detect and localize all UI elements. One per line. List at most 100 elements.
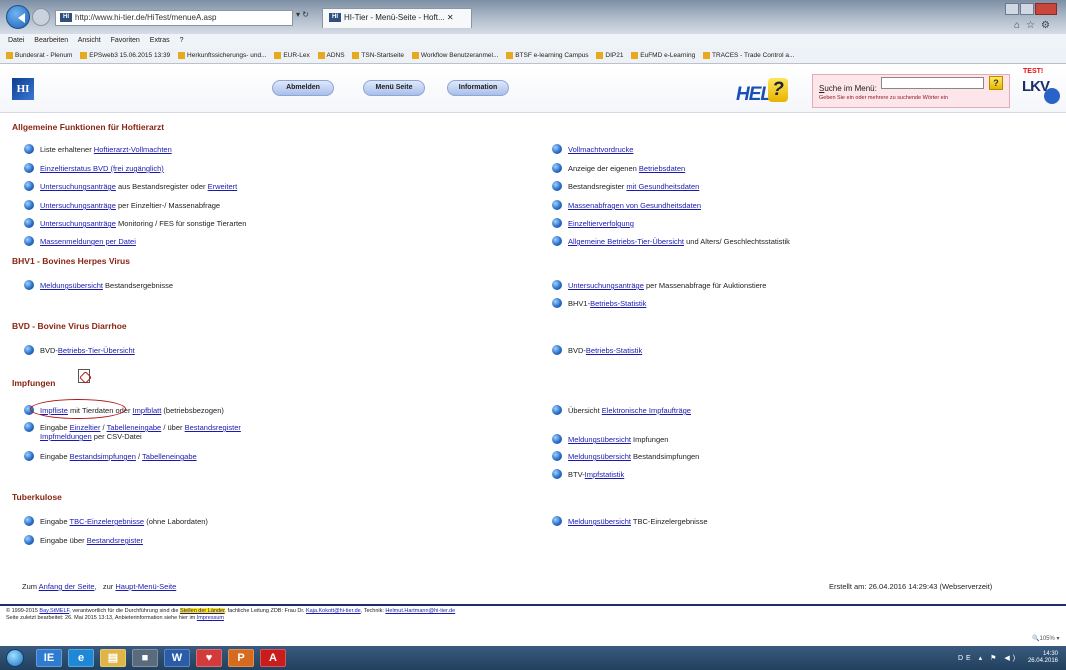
taskbar-browser-icon[interactable]: e bbox=[68, 649, 94, 667]
link-bvd-betriebs-tier-uebersicht[interactable]: Betriebs-Tier-Übersicht bbox=[58, 346, 135, 355]
taskbar-word-icon[interactable]: W bbox=[164, 649, 190, 667]
section-title-impfungen: Impfungen bbox=[12, 378, 56, 388]
link-bestandsregister[interactable]: Bestandsregister bbox=[87, 536, 143, 545]
forward-button[interactable] bbox=[32, 8, 50, 26]
list-item: Impfmeldungen per CSV-Datei bbox=[40, 432, 142, 441]
bullet-icon bbox=[552, 236, 562, 246]
link-meldungsuebersicht-tbc[interactable]: Meldungsübersicht bbox=[568, 517, 631, 526]
link-hoftierarzt-vollmachten[interactable]: Hoftierarzt-Vollmachten bbox=[94, 145, 172, 154]
menu-page-button[interactable]: Menü Seite bbox=[363, 80, 425, 96]
link-vollmachtvordrucke[interactable]: Vollmachtvordrucke bbox=[568, 145, 633, 154]
link-massenabfragen-gesundheitsdaten[interactable]: Massenabfragen von Gesundheitsdaten bbox=[568, 201, 701, 210]
favorite-item[interactable]: Herkunftssicherungs- und... bbox=[178, 52, 267, 59]
taskbar-powerpoint-icon[interactable]: P bbox=[228, 649, 254, 667]
minimize-button[interactable] bbox=[1005, 3, 1019, 15]
taskbar-acrobat-icon[interactable]: A bbox=[260, 649, 286, 667]
link-meldungsuebersicht-bestandsimpfungen[interactable]: Meldungsübersicht bbox=[568, 452, 631, 461]
link-tbc-einzelergebnisse[interactable]: TBC-Einzelergebnisse bbox=[69, 517, 144, 526]
favorite-item[interactable]: TRACES - Trade Control a... bbox=[703, 52, 794, 59]
link-erweitert[interactable]: Erweitert bbox=[208, 182, 238, 191]
link-bay-stmelf[interactable]: Bay.StMELF bbox=[39, 608, 69, 614]
link-bestandsregister[interactable]: Bestandsregister bbox=[185, 423, 241, 432]
copyright-line-1: © 1999-2015 Bay.StMELF, verantwortlich f… bbox=[6, 608, 456, 614]
link-stellen-der-laender[interactable]: Stellen der Länder bbox=[179, 608, 225, 614]
link-elektronische-impfauftraege[interactable]: Elektronische Impfaufträge bbox=[602, 406, 691, 415]
site-favicon-icon: HI bbox=[60, 13, 72, 23]
link-bestandsimpfungen[interactable]: Bestandsimpfungen bbox=[70, 452, 136, 461]
link-tabelleneingabe[interactable]: Tabelleneingabe bbox=[142, 452, 197, 461]
hi-tier-logo[interactable]: HI bbox=[12, 78, 34, 100]
start-button-icon[interactable] bbox=[6, 649, 24, 667]
browser-home-star-icons[interactable]: ⌂☆⚙ bbox=[1014, 20, 1056, 31]
copyright-footer: © 1999-2015 Bay.StMELF, verantwortlich f… bbox=[0, 604, 1066, 624]
menu-extras[interactable]: Extras bbox=[150, 37, 170, 44]
link-bvd-betriebs-statistik[interactable]: Betriebs-Statistik bbox=[586, 346, 642, 355]
link-untersuchungsantraege[interactable]: Untersuchungsanträge bbox=[40, 219, 116, 228]
link-untersuchungsantraege[interactable]: Untersuchungsanträge bbox=[40, 182, 116, 191]
help-button[interactable]: HELP ? bbox=[736, 78, 788, 105]
bullet-icon bbox=[552, 218, 562, 228]
taskbar-explorer-icon[interactable]: ▤ bbox=[100, 649, 126, 667]
favorite-item[interactable]: EuFMD e-Learning bbox=[631, 52, 695, 59]
menu-help[interactable]: ? bbox=[180, 37, 184, 44]
link-bhv1-betriebs-statistik[interactable]: Betriebs-Statistik bbox=[590, 299, 646, 308]
link-meldungsuebersicht-impfungen[interactable]: Meldungsübersicht bbox=[568, 435, 631, 444]
link-betriebsdaten[interactable]: Betriebsdaten bbox=[639, 164, 685, 173]
close-window-button[interactable] bbox=[1035, 3, 1057, 15]
window-controls[interactable] bbox=[1004, 2, 1060, 16]
favorite-item[interactable]: EPSweb3 15.06.2015 13:39 bbox=[80, 52, 170, 59]
back-button[interactable] bbox=[6, 5, 30, 29]
link-untersuchungsantraege[interactable]: Untersuchungsanträge bbox=[40, 201, 116, 210]
taskbar-ie-icon[interactable]: IE bbox=[36, 649, 62, 667]
bullet-icon bbox=[552, 434, 562, 444]
favorite-item[interactable]: Workflow Benutzeranmel... bbox=[411, 52, 498, 59]
refresh-icon[interactable]: ▾ ↻ bbox=[296, 10, 309, 19]
link-einzeltierverfolgung[interactable]: Einzeltierverfolgung bbox=[568, 219, 634, 228]
link-untersuchungsantraege-auktion[interactable]: Untersuchungsanträge bbox=[568, 281, 644, 290]
favorite-icon bbox=[6, 52, 13, 59]
favorite-item[interactable]: EUR-Lex bbox=[274, 52, 310, 59]
logout-button[interactable]: Abmelden bbox=[272, 80, 334, 96]
highlight-oval bbox=[30, 399, 126, 419]
bullet-icon bbox=[24, 218, 34, 228]
link-anfang-der-seite[interactable]: Anfang der Seite bbox=[39, 582, 95, 591]
link-mit-gesundheitsdaten[interactable]: mit Gesundheitsdaten bbox=[626, 182, 699, 191]
favorite-item[interactable]: TSN-Startseite bbox=[352, 52, 404, 59]
link-btv-impfstatistik[interactable]: Impfstatistik bbox=[585, 470, 625, 479]
menu-ansicht[interactable]: Ansicht bbox=[78, 37, 101, 44]
browser-tab-active[interactable]: HI HI-Tier - Menü-Seite - Hoft... ✕ bbox=[322, 8, 472, 28]
taskbar-app-icon[interactable]: ■ bbox=[132, 649, 158, 667]
maximize-button[interactable] bbox=[1020, 3, 1034, 15]
tray-icons[interactable]: DE ▴ ⚑ ◀) bbox=[958, 654, 1018, 662]
favorite-item[interactable]: Bundesrat - Plenum bbox=[6, 52, 72, 59]
link-einzeltier[interactable]: Einzeltier bbox=[70, 423, 101, 432]
information-button[interactable]: Information bbox=[447, 80, 509, 96]
link-impfmeldungen[interactable]: Impfmeldungen bbox=[40, 432, 92, 441]
address-bar[interactable]: HI http://www.hi-tier.de/HiTest/menueA.as… bbox=[55, 10, 293, 26]
favorite-item[interactable]: DIP21 bbox=[596, 52, 623, 59]
tab-favicon-icon: HI bbox=[329, 13, 341, 23]
link-meldungsuebersicht[interactable]: Meldungsübersicht bbox=[40, 281, 103, 290]
menu-datei[interactable]: Datei bbox=[8, 37, 24, 44]
link-tabelleneingabe[interactable]: Tabelleneingabe bbox=[107, 423, 162, 432]
menu-bearbeiten[interactable]: Bearbeiten bbox=[34, 37, 68, 44]
menu-favoriten[interactable]: Favoriten bbox=[111, 37, 140, 44]
pdf-icon[interactable] bbox=[78, 369, 90, 383]
link-einzeltierstatus-bvd[interactable]: Einzeltierstatus BVD (frei zugänglich) bbox=[40, 164, 164, 173]
link-allgemeine-betriebs-tier-uebersicht[interactable]: Allgemeine Betriebs-Tier-Übersicht bbox=[568, 237, 684, 246]
taskbar-heart-icon[interactable]: ♥ bbox=[196, 649, 222, 667]
favorite-item[interactable]: ADNS bbox=[317, 52, 345, 59]
lkv-logo: LKV bbox=[1022, 78, 1060, 106]
link-email-hartmann[interactable]: Helmut.Hartmann@hi-tier.de bbox=[385, 608, 455, 614]
menu-search-button[interactable]: ? bbox=[989, 76, 1003, 90]
link-massenmeldungen[interactable]: Massenmeldungen per Datei bbox=[40, 237, 136, 246]
menu-search-input[interactable] bbox=[881, 77, 984, 89]
zoom-level[interactable]: 🔍105% ▾ bbox=[1032, 635, 1060, 642]
favorite-item[interactable]: BTSF e-learning Campus bbox=[506, 52, 589, 59]
link-impressum[interactable]: Impressum bbox=[197, 615, 224, 621]
system-clock[interactable]: 14:30 26.04.2016 bbox=[1028, 651, 1058, 665]
link-email-kokott[interactable]: Kaja.Kokott@hi-tier.de bbox=[306, 608, 361, 614]
site-header: HI Abmelden Menü Seite Information HELP … bbox=[0, 66, 1066, 113]
link-haupt-menue-seite[interactable]: Haupt-Menü-Seite bbox=[115, 582, 176, 591]
link-impfblatt[interactable]: Impfblatt bbox=[133, 406, 162, 415]
